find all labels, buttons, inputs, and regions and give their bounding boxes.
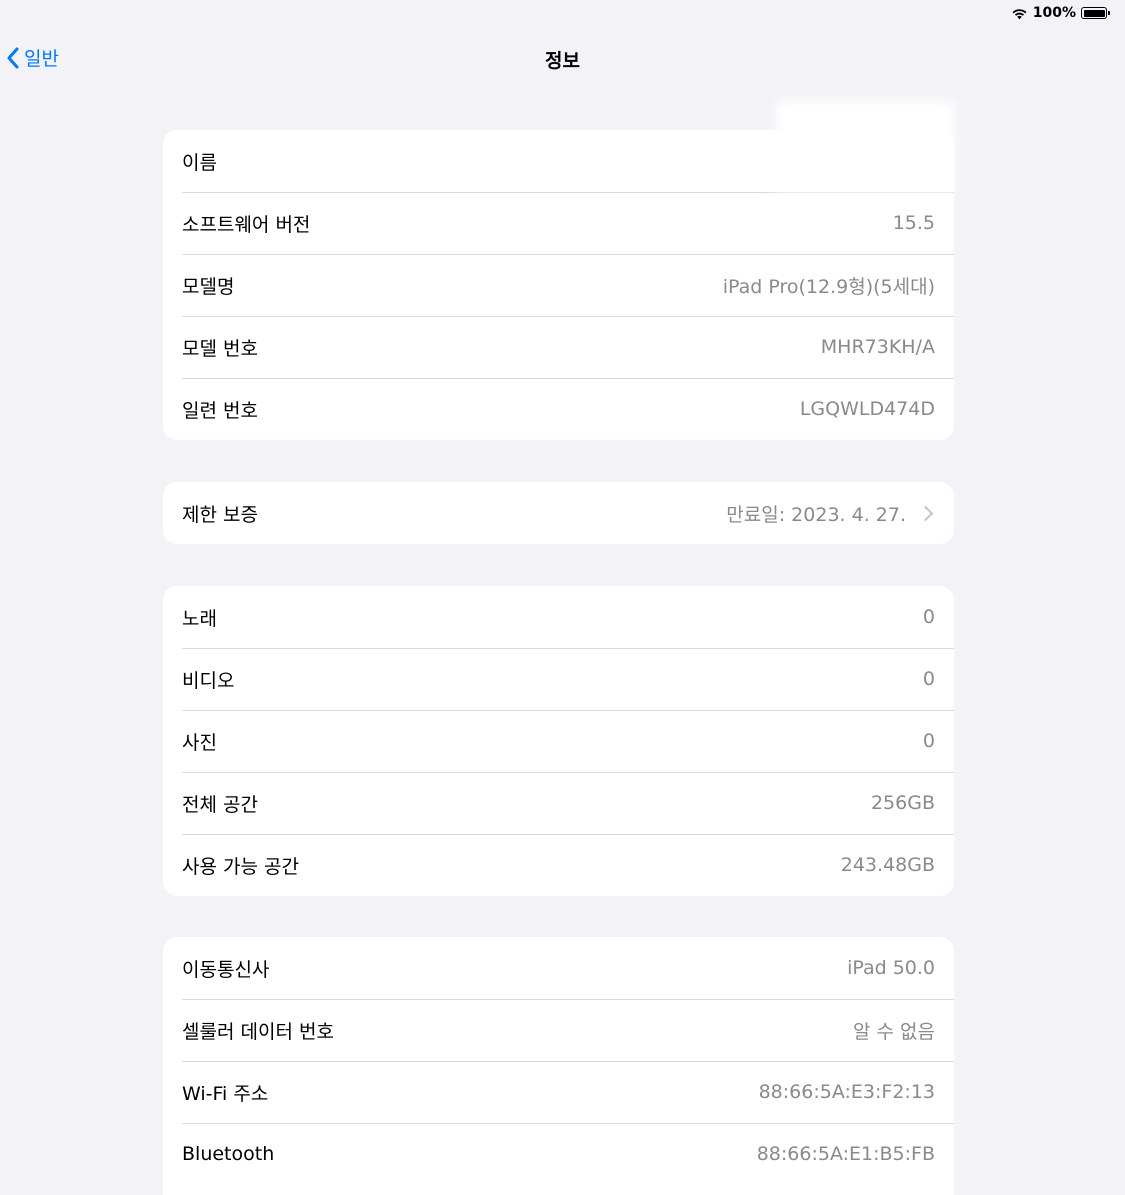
videos-row: 비디오 0: [163, 648, 954, 710]
row-value: LGQWLD474D: [799, 398, 935, 420]
row-label: 비디오: [182, 669, 235, 692]
limited-warranty-row[interactable]: 제한 보증 만료일: 2023. 4. 27.: [163, 482, 954, 544]
row-value: 88:66:5A:E1:B5:FB: [756, 1143, 935, 1165]
row-value: 0: [922, 668, 935, 690]
row-value: 알 수 없음: [853, 1020, 935, 1043]
network-group: 이동통신사 iPad 50.0 셀룰러 데이터 번호 알 수 없음 Wi-Fi …: [163, 937, 954, 1195]
total-capacity-row: 전체 공간 256GB: [163, 772, 954, 834]
warranty-group: 제한 보증 만료일: 2023. 4. 27.: [163, 482, 954, 544]
available-capacity-row: 사용 가능 공간 243.48GB: [163, 834, 954, 896]
row-label: Wi-Fi 주소: [182, 1082, 269, 1105]
row-label: 사용 가능 공간: [182, 855, 299, 878]
row-label: 일련 번호: [182, 399, 258, 422]
wifi-icon: [1012, 8, 1027, 19]
row-value: 88:66:5A:E3:F2:13: [758, 1081, 935, 1103]
row-value: iPad Pro(12.9형)(5세대): [722, 275, 935, 298]
bluetooth-row: Bluetooth 88:66:5A:E1:B5:FB: [163, 1123, 954, 1185]
row-label: 이름: [182, 151, 217, 174]
row-label: 모델명: [182, 275, 235, 298]
row-value: iPad 50.0: [847, 957, 935, 979]
row-value: MHR73KH/A: [820, 336, 935, 358]
status-indicators: 100%: [1011, 5, 1110, 21]
row-value: 243.48GB: [840, 854, 935, 876]
row-label: 노래: [182, 607, 217, 630]
row-label: 이동통신사: [182, 958, 270, 981]
page-title: 정보: [545, 50, 580, 72]
row-label: 소프트웨어 버전: [182, 213, 311, 236]
row-value: 0: [922, 730, 935, 752]
songs-row: 노래 0: [163, 586, 954, 648]
battery-percent: 100%: [1032, 5, 1076, 21]
row-value: 0: [922, 606, 935, 628]
cellular-data-number-row: 셀룰러 데이터 번호 알 수 없음: [163, 999, 954, 1061]
chevron-right-icon: [917, 505, 934, 521]
row-label: 제한 보증: [182, 503, 258, 526]
row-label: Bluetooth: [182, 1143, 275, 1165]
model-name-row: 모델명 iPad Pro(12.9형)(5세대): [163, 254, 954, 316]
battery-icon: [1081, 7, 1110, 19]
warranty-expiry: 만료일: 2023. 4. 27.: [726, 503, 906, 526]
serial-number-row[interactable]: 일련 번호 LGQWLD474D: [163, 378, 954, 440]
row-label: 모델 번호: [182, 337, 258, 360]
row-label: 전체 공간: [182, 793, 258, 816]
photos-row: 사진 0: [163, 710, 954, 772]
row-value: 256GB: [870, 792, 935, 814]
row-value-wrap: 만료일: 2023. 4. 27.: [726, 500, 935, 527]
row-label: 셀룰러 데이터 번호: [182, 1020, 334, 1043]
navigation-bar: 일반 정보: [0, 36, 1125, 80]
model-number-row[interactable]: 모델 번호 MHR73KH/A: [163, 316, 954, 378]
battery-level: [1083, 9, 1105, 17]
redacted-area: [775, 100, 955, 192]
row-label: 사진: [182, 731, 217, 754]
wifi-address-row: Wi-Fi 주소 88:66:5A:E3:F2:13: [163, 1061, 954, 1123]
software-version-row: 소프트웨어 버전 15.5: [163, 192, 954, 254]
carrier-row[interactable]: 이동통신사 iPad 50.0: [163, 937, 954, 999]
status-bar: 100%: [0, 0, 1125, 28]
media-storage-group: 노래 0 비디오 0 사진 0 전체 공간 256GB 사용 가능 공간 243…: [163, 586, 954, 896]
row-value: 15.5: [892, 212, 935, 234]
